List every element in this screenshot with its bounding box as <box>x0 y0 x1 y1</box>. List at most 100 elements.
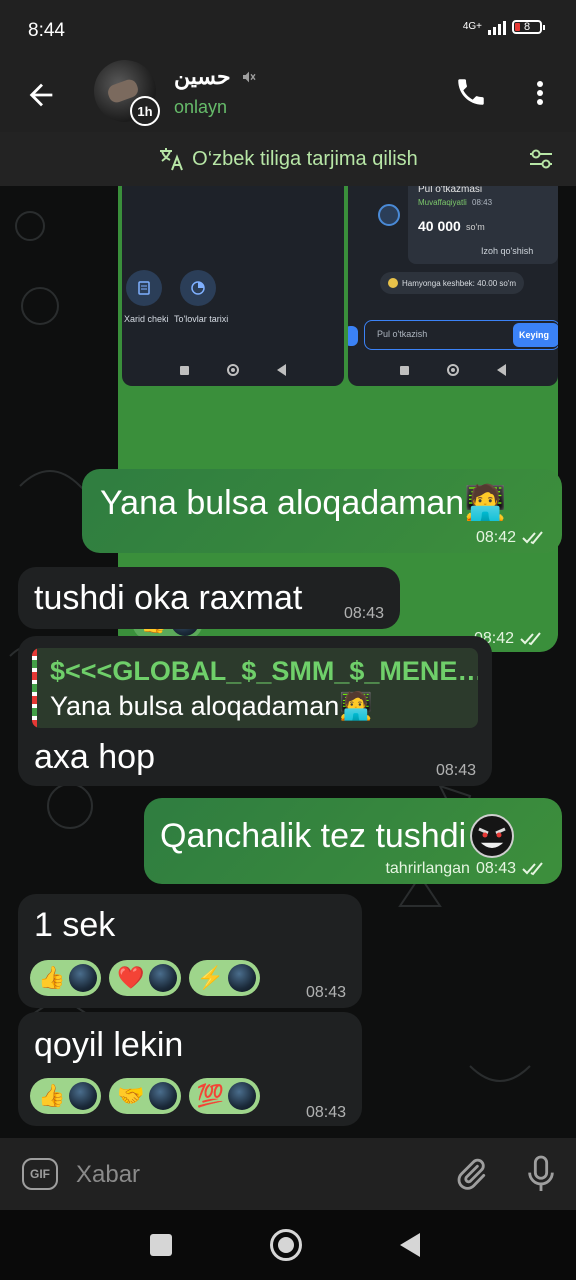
message-meta: 08:43 <box>306 984 346 1002</box>
presence-status: onlayn <box>174 97 228 117</box>
transfer-time: 08:43 <box>472 198 493 207</box>
reaction-chip[interactable]: 👍 <box>30 1078 102 1114</box>
reactor-avatar <box>228 964 257 992</box>
reactor-avatar <box>148 1082 177 1110</box>
status-icons: 4G+ 8 <box>462 19 545 35</box>
receipt-label: Xarid cheki <box>124 314 169 324</box>
sticker-face-icon <box>470 814 515 858</box>
translate-label[interactable]: O‘zbek tiliga tarjima qilish <box>192 148 418 171</box>
reply-text: Yana bulsa aloqadaman🧑‍💻 <box>50 691 373 721</box>
message-meta: tahrirlangan 08:43 <box>385 860 548 878</box>
status-time: 8:44 <box>28 20 65 41</box>
reply-accent-bar <box>32 648 37 728</box>
status-bar: 8:44 4G+ 8 <box>0 0 576 58</box>
network-indicator: 4G+ <box>462 21 482 32</box>
message-meta: 08:43 <box>436 762 476 780</box>
reaction-chip[interactable]: 💯 <box>188 1078 261 1114</box>
transfer-input: Pul o'tkazish Keying <box>364 320 558 350</box>
more-options-icon[interactable] <box>530 78 550 108</box>
reaction-emoji: 👍 <box>38 965 66 990</box>
message-reactions: 👍 🤝 💯 <box>30 1078 261 1114</box>
contact-name[interactable]: حسين <box>174 64 231 90</box>
muted-icon <box>242 71 256 83</box>
message-text: 1 sek <box>34 906 116 944</box>
message-time: 08:43 <box>435 762 476 779</box>
back-button[interactable] <box>400 1233 420 1257</box>
system-nav-bar <box>0 1210 576 1280</box>
back-arrow-icon[interactable] <box>24 78 58 112</box>
transfer-card: Pul o'tkazmasi Muvaffaqiyatli 08:43 40 0… <box>408 186 558 264</box>
translate-bar[interactable]: O‘zbek tiliga tarjima qilish <box>0 132 576 186</box>
screenshot-nav <box>122 364 344 376</box>
transfer-amount: 40 000 <box>418 218 461 234</box>
reactor-avatar <box>69 964 98 992</box>
receipt-icon <box>126 270 162 306</box>
message-bubble-in[interactable]: 1 sek 👍 ❤️ ⚡ 08:43 <box>18 894 362 1008</box>
battery-level: 8 <box>523 21 531 33</box>
recents-button[interactable] <box>150 1234 172 1256</box>
message-meta: 08:42 <box>476 529 548 547</box>
edited-label: tahrirlangan <box>385 860 470 877</box>
attach-icon[interactable] <box>454 1156 488 1192</box>
message-text: tushdi oka raxmat <box>34 579 303 617</box>
message-bubble-out[interactable]: Yana bulsa aloqadaman🧑‍💻 08:42 <box>82 469 562 553</box>
history-label: To'lovlar tarixi <box>174 314 229 324</box>
message-text: qoyil lekin <box>34 1026 184 1064</box>
transfer-currency: so'm <box>466 222 485 232</box>
screenshot-nav-right <box>348 364 558 376</box>
reaction-chip[interactable]: 🤝 <box>109 1078 181 1114</box>
phone-call-icon[interactable] <box>454 75 488 109</box>
chat-header: 1h حسين onlayn <box>0 58 576 132</box>
story-badge[interactable]: 1h <box>130 96 160 126</box>
reaction-emoji: ⚡ <box>196 965 225 990</box>
reactor-avatar <box>148 964 177 992</box>
message-text: Yana bulsa aloqadaman🧑‍💻 <box>100 484 507 522</box>
translate-settings-icon[interactable] <box>528 146 554 172</box>
reaction-emoji: 👍 <box>38 1083 66 1108</box>
message-bubble-in[interactable]: qoyil lekin 👍 🤝 💯 08:43 <box>18 1012 362 1126</box>
cashback-pill: Hamyonga keshbek: 40.00 so'm <box>380 272 524 294</box>
message-time: 08:43 <box>305 1104 346 1121</box>
gif-button[interactable]: GIF <box>22 1158 58 1190</box>
message-meta: 08:43 <box>306 1104 346 1122</box>
message-input[interactable] <box>74 1154 438 1196</box>
cashback-text: Hamyonga keshbek: 40.00 so'm <box>401 278 517 288</box>
chat-area[interactable]: Xarid cheki To'lovlar tarixi Pul o'tkazm… <box>0 186 576 1138</box>
signal-icon <box>488 19 506 35</box>
double-check-icon <box>522 531 543 545</box>
reactor-avatar <box>228 1082 257 1110</box>
message-bubble-in[interactable]: tushdi oka raxmat 08:43 <box>18 567 400 629</box>
reaction-emoji: 🤝 <box>117 1083 145 1108</box>
transfer-status-icon <box>378 204 400 226</box>
screenshot-left[interactable]: Xarid cheki To'lovlar tarixi <box>122 186 344 386</box>
pay-left-edge <box>348 326 358 346</box>
history-icon <box>180 270 216 306</box>
home-button[interactable] <box>270 1229 302 1261</box>
reaction-chip[interactable]: ⚡ <box>188 960 261 996</box>
reactor-avatar <box>69 1082 98 1110</box>
double-check-icon <box>522 862 543 876</box>
message-time: 08:43 <box>305 984 346 1001</box>
screenshot-right[interactable]: Pul o'tkazmasi Muvaffaqiyatli 08:43 40 0… <box>348 186 558 386</box>
message-time: 08:42 <box>475 529 516 546</box>
battery-icon: 8 <box>512 20 545 34</box>
message-reactions: 👍 ❤️ ⚡ <box>30 960 261 996</box>
reaction-chip[interactable]: 👍 <box>30 960 102 996</box>
coin-icon <box>387 278 398 288</box>
contact-name-row[interactable]: حسين <box>174 64 257 90</box>
transfer-input-placeholder: Pul o'tkazish <box>377 329 428 339</box>
reply-author: $<<<GLOBAL_$_SMM_$_MENE… <box>50 656 478 686</box>
message-bubble-in[interactable]: $<<<GLOBAL_$_SMM_$_MENE… Yana bulsa aloq… <box>18 636 492 786</box>
transfer-status: Muvaffaqiyatli <box>418 198 467 207</box>
reaction-emoji: 💯 <box>196 1083 225 1108</box>
message-time: 08:43 <box>343 605 384 622</box>
reply-preview[interactable]: $<<<GLOBAL_$_SMM_$_MENE… Yana bulsa aloq… <box>32 648 478 728</box>
message-bubble-out[interactable]: Qanchalik tez tushdi tahrirlangan 08:43 <box>144 798 562 884</box>
microphone-icon[interactable] <box>524 1154 558 1194</box>
double-check-icon <box>520 632 541 646</box>
message-text: axa hop <box>34 738 155 776</box>
transfer-comment: Izoh qo'shish <box>481 246 534 256</box>
message-text: Qanchalik tez tushdi <box>160 816 467 855</box>
translate-icon <box>160 148 184 171</box>
reaction-chip[interactable]: ❤️ <box>109 960 181 996</box>
